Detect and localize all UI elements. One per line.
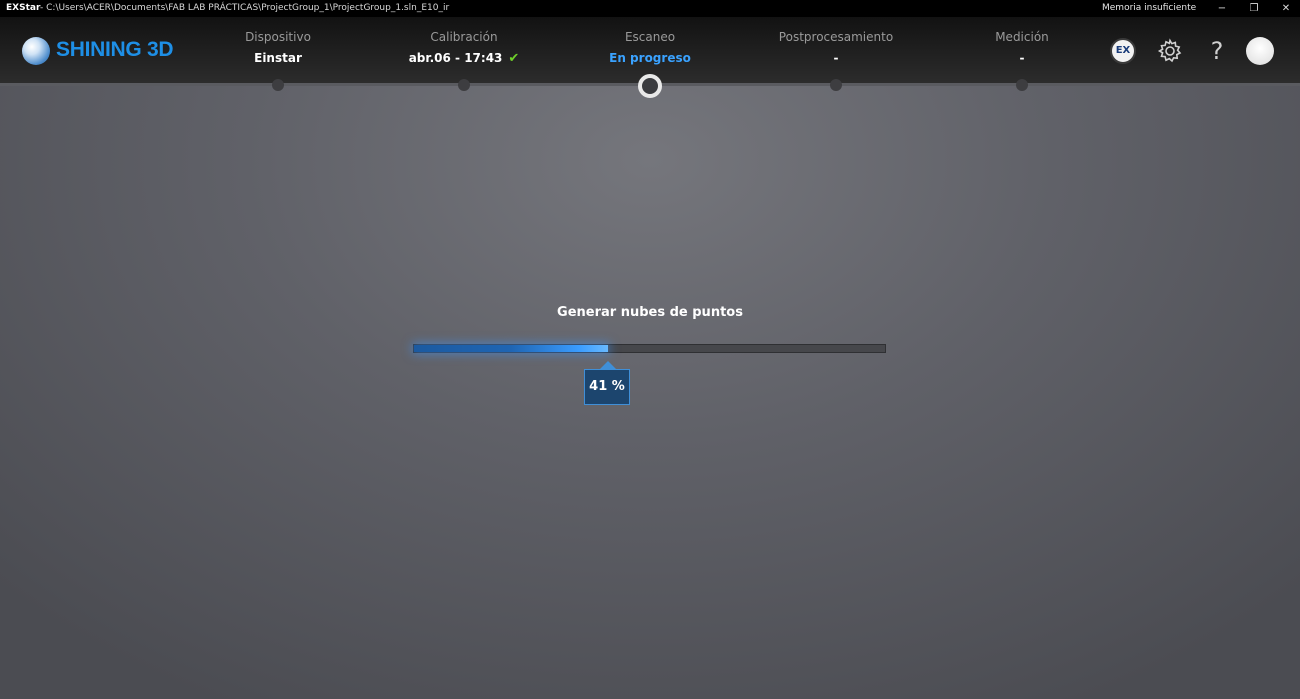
step-value: -: [1019, 51, 1025, 65]
step-label: Dispositivo: [245, 30, 311, 44]
exstar-badge-icon[interactable]: EX: [1110, 38, 1136, 64]
project-path: - C:\Users\ACER\Documents\FAB LAB PRÁCTI…: [40, 0, 449, 17]
title-bar: EXStar - C:\Users\ACER\Documents\FAB LAB…: [0, 0, 1300, 17]
step-medicion[interactable]: Medición -: [942, 29, 1102, 67]
checkmark-icon: ✔: [508, 51, 520, 66]
step-value: abr.06 - 17:43: [408, 51, 503, 65]
minimize-button[interactable]: −: [1212, 0, 1232, 17]
close-button[interactable]: ✕: [1276, 0, 1296, 17]
progress-percent-badge: 41 %: [584, 361, 630, 405]
step-label: Escaneo: [624, 30, 676, 44]
step-dispositivo[interactable]: Dispositivo Einstar: [198, 29, 358, 67]
gear-icon[interactable]: [1157, 38, 1183, 64]
step-escaneo[interactable]: Escaneo En progreso: [570, 29, 730, 67]
step-dot: [1016, 79, 1028, 91]
path-text: C:\Users\ACER\Documents\FAB LAB PRÁCTICA…: [46, 3, 450, 13]
step-dot: [272, 79, 284, 91]
progress-fill: [414, 345, 608, 352]
help-icon[interactable]: ?: [1204, 38, 1230, 64]
current-step-indicator: [638, 74, 662, 98]
memory-status: Memoria insuficiente: [1102, 3, 1197, 13]
globe-logo-icon: [22, 37, 50, 65]
restore-button[interactable]: ❐: [1244, 0, 1264, 17]
path-separator: -: [40, 3, 44, 13]
step-value: En progreso: [609, 51, 691, 65]
step-value-row: abr.06 - 17:43 ✔: [384, 49, 544, 67]
progress-title: Generar nubes de puntos: [557, 305, 743, 320]
step-calibracion[interactable]: Calibración abr.06 - 17:43 ✔: [384, 29, 544, 67]
step-label: Medición: [995, 30, 1049, 44]
step-postprocesamiento[interactable]: Postprocesamiento -: [756, 29, 916, 67]
progress-bar: [413, 344, 886, 353]
step-dot: [458, 79, 470, 91]
avatar[interactable]: [1246, 37, 1274, 65]
step-label: Postprocesamiento: [778, 30, 894, 44]
step-value: -: [833, 51, 839, 65]
step-dot: [830, 79, 842, 91]
step-label: Calibración: [430, 30, 498, 44]
app-name: EXStar: [6, 3, 41, 13]
step-value: Einstar: [254, 51, 302, 65]
logo-text: SHINING 3D: [56, 38, 174, 61]
